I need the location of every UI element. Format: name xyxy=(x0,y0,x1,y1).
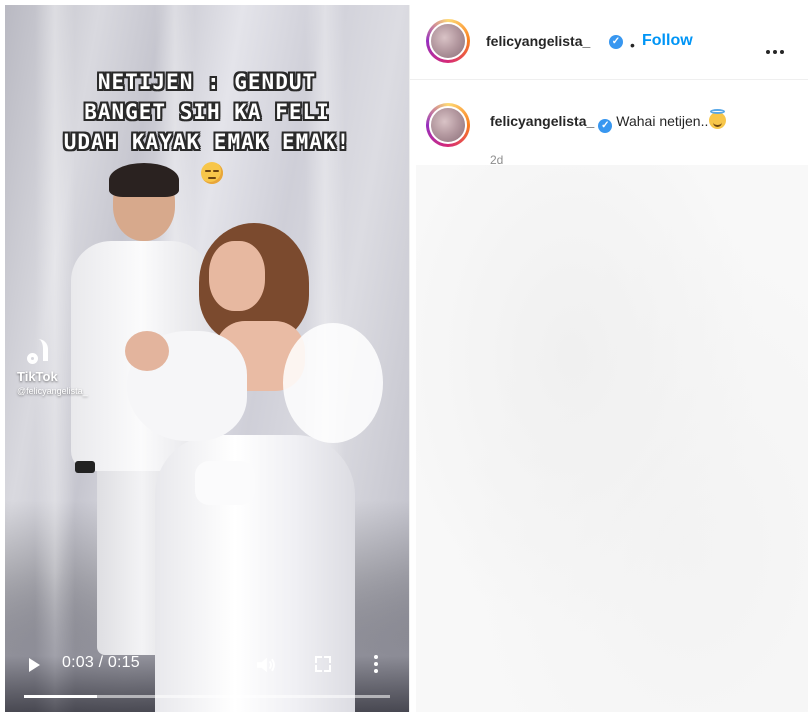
caption-line: BANGET SIH KA FELI xyxy=(84,100,330,124)
post-caption-row: felicyangelista_ ✓ Wahai netijen.. 2d xyxy=(410,79,808,167)
man-figure-hair xyxy=(109,163,179,197)
woman-sleeve xyxy=(283,323,383,443)
more-horizontal-icon[interactable] xyxy=(766,41,788,54)
blurred-comments-area xyxy=(416,165,808,712)
volume-icon[interactable] xyxy=(255,655,277,675)
avatar[interactable] xyxy=(426,19,470,63)
smiling-face-with-halo-emoji xyxy=(709,109,727,129)
player-controls: 0:03 / 0:15 xyxy=(5,642,409,712)
play-icon[interactable] xyxy=(29,658,40,672)
wristwatch xyxy=(75,461,95,473)
verified-badge-icon: ✓ xyxy=(609,35,623,49)
progress-fill xyxy=(24,695,98,698)
tiktok-handle: @felicyangelista_ xyxy=(17,386,88,396)
relieved-face-emoji xyxy=(201,162,223,184)
post-header: felicyangelista_ ✓ • Follow xyxy=(410,5,808,80)
video-caption: NETIJEN : GENDUT BANGET SIH KA FELI UDAH… xyxy=(5,67,409,157)
caption-text: Wahai netijen.. xyxy=(616,113,709,129)
caption-line: UDAH KAYAK EMAK EMAK! xyxy=(63,130,351,154)
caption-line: NETIJEN : GENDUT xyxy=(97,70,317,94)
verified-badge-icon: ✓ xyxy=(598,119,613,133)
post-sidebar: felicyangelista_ ✓ • Follow felicyangeli… xyxy=(409,5,808,712)
time-display: 0:03 / 0:15 xyxy=(62,654,140,671)
video-player[interactable]: NETIJEN : GENDUT BANGET SIH KA FELI UDAH… xyxy=(5,5,409,712)
fullscreen-icon[interactable] xyxy=(315,656,331,672)
baby-head xyxy=(125,331,169,371)
baby-feet xyxy=(195,461,255,505)
post-caption: felicyangelista_ ✓ Wahai netijen.. xyxy=(490,109,727,133)
tiktok-brand-label: TikTok xyxy=(17,369,58,384)
avatar[interactable] xyxy=(426,103,470,147)
header-username[interactable]: felicyangelista_ xyxy=(486,33,590,49)
woman-figure-head xyxy=(209,241,265,311)
more-vertical-icon[interactable] xyxy=(373,655,379,675)
tiktok-logo-icon xyxy=(25,339,51,365)
tiktok-watermark: TikTok @felicyangelista_ xyxy=(17,339,88,396)
progress-bar[interactable] xyxy=(24,695,390,698)
follow-button[interactable]: Follow xyxy=(642,32,693,50)
caption-username[interactable]: felicyangelista_ xyxy=(490,113,594,129)
separator-dot: • xyxy=(630,37,635,53)
